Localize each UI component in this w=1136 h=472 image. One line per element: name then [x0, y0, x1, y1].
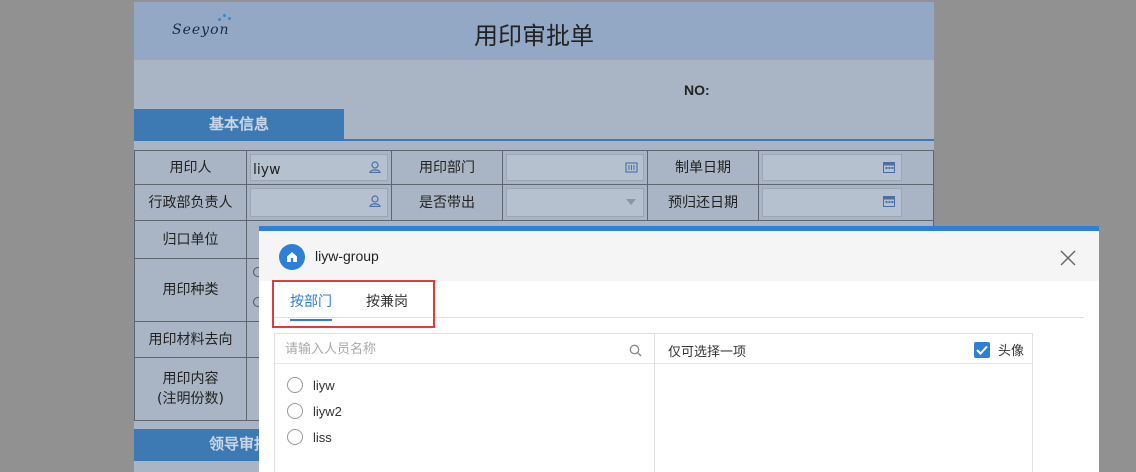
applicant-value: liyw [253, 162, 281, 178]
tab-by-concurrent-post[interactable]: 按兼岗 [366, 291, 408, 319]
person-name: liss [313, 429, 332, 445]
person-icon[interactable] [368, 195, 382, 209]
radio-button[interactable] [287, 403, 303, 419]
radio-button[interactable] [287, 377, 303, 393]
select-person-dialog: liyw-group 按部门 按兼岗 liyw liyw2 [259, 226, 1099, 472]
checkbox-checked-icon[interactable] [973, 341, 990, 358]
dept-label: 用印部门 [391, 150, 503, 185]
takeout-label: 是否带出 [391, 184, 503, 221]
dropdown-arrow-icon[interactable] [624, 195, 638, 209]
dialog-header: liyw-group [259, 231, 1099, 281]
admin-field[interactable] [250, 188, 388, 217]
content-label: 用印内容 (注明份数) [134, 357, 247, 421]
applicant-field[interactable]: liyw [250, 154, 388, 181]
selected-header: 仅可选择一项 头像 [655, 334, 1032, 364]
section-divider [134, 139, 934, 141]
department-icon[interactable] [624, 161, 638, 175]
search-row [275, 334, 654, 364]
person-name: liyw [313, 377, 335, 393]
calendar-icon[interactable] [882, 161, 896, 175]
date-field[interactable] [762, 154, 902, 181]
home-icon [279, 244, 305, 270]
person-name: liyw2 [313, 403, 342, 419]
form-title: 用印审批单 [474, 22, 594, 50]
selection-limit-text: 仅可选择一项 [668, 345, 747, 360]
dialog-tabs: 按部门 按兼岗 [273, 281, 1084, 321]
material-label: 用印材料去向 [134, 321, 247, 358]
avatar-toggle[interactable]: 头像 [973, 340, 1024, 359]
list-item[interactable]: liss [287, 424, 342, 450]
return-date-cell [758, 184, 934, 221]
form-number-label: NO: [684, 82, 710, 98]
content-label-line1: 用印内容 [162, 371, 219, 387]
applicant-label: 用印人 [134, 150, 247, 185]
selected-panel: 仅可选择一项 头像 [655, 333, 1033, 472]
radio-button[interactable] [287, 429, 303, 445]
avatar-label: 头像 [997, 344, 1024, 359]
takeout-cell [502, 184, 648, 221]
list-item[interactable]: liyw [287, 372, 342, 398]
form-header: Seeyon 用印审批单 [134, 2, 934, 60]
admin-cell [246, 184, 392, 221]
type-label: 用印种类 [134, 258, 247, 322]
people-panel: liyw liyw2 liss [274, 333, 655, 472]
list-item[interactable]: liyw2 [287, 398, 342, 424]
date-label: 制单日期 [647, 150, 759, 185]
unit-label: 归口单位 [134, 220, 247, 259]
date-cell [758, 150, 934, 185]
tab-by-department[interactable]: 按部门 [290, 291, 332, 321]
applicant-cell: liyw [246, 150, 392, 185]
return-date-field[interactable] [762, 188, 902, 217]
return-date-label: 预归还日期 [647, 184, 759, 221]
dept-field[interactable] [506, 154, 644, 181]
search-input[interactable] [285, 339, 615, 359]
calendar-icon[interactable] [882, 195, 896, 209]
takeout-select[interactable] [506, 188, 644, 217]
search-icon[interactable] [629, 342, 642, 361]
close-icon[interactable] [1059, 249, 1077, 267]
dialog-title: liyw-group [315, 248, 379, 264]
people-list: liyw liyw2 liss [287, 372, 342, 450]
content-label-line2: (注明份数) [157, 391, 224, 407]
dept-cell [502, 150, 648, 185]
person-icon[interactable] [368, 161, 382, 175]
admin-label: 行政部负责人 [134, 184, 247, 221]
section-basic-info: 基本信息 [134, 109, 344, 139]
